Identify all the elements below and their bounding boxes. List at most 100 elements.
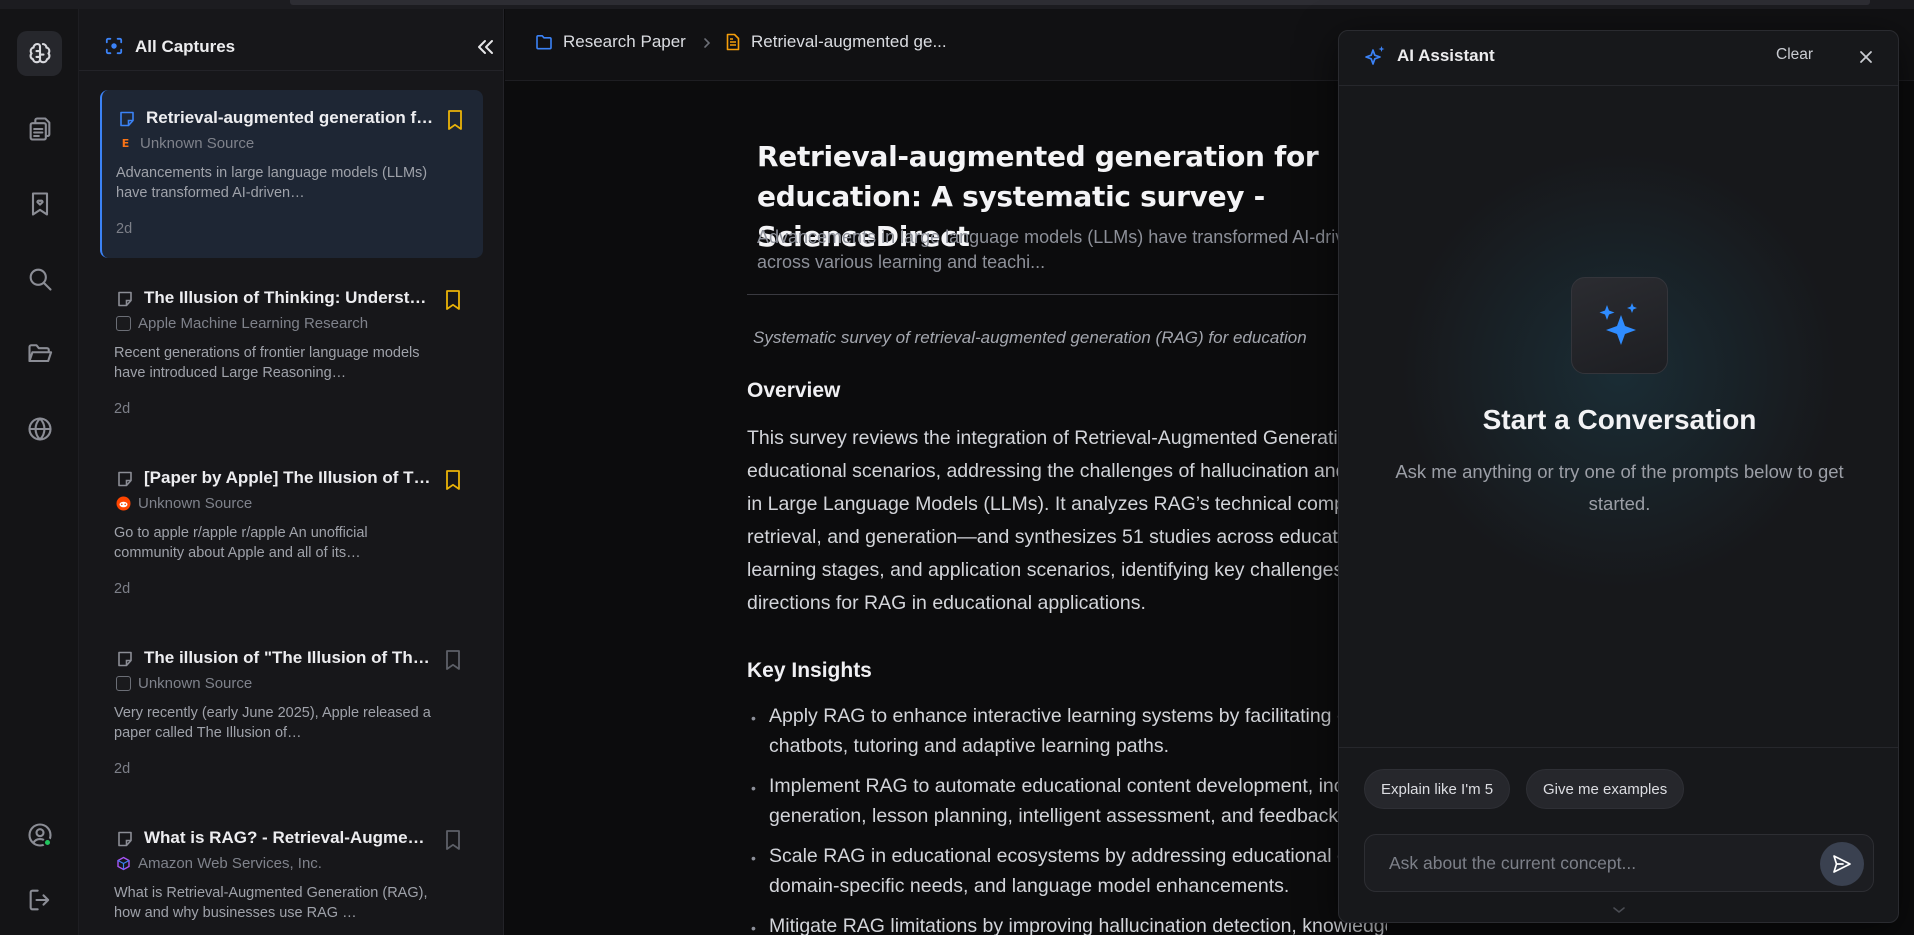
capture-title: The illusion of "The Illusion of Thinkin… (144, 648, 434, 667)
capture-age: 2d (114, 761, 131, 777)
brain-icon (29, 42, 50, 63)
send-button[interactable] (1820, 842, 1864, 886)
rail-logout-button[interactable] (17, 877, 62, 922)
capture-age: 2d (114, 581, 131, 597)
empty-state-title: Start a Conversation (1482, 404, 1757, 435)
rail-search-button[interactable] (17, 256, 62, 301)
bookmark-outline-icon[interactable] (442, 648, 464, 672)
note-icon (120, 111, 134, 127)
source-favicon-icon (116, 316, 131, 331)
capture-source: Apple Machine Learning Research (138, 315, 369, 332)
chat-input[interactable] (1365, 835, 1805, 891)
key-insights-list: Apply RAG to enhance interactive learnin… (747, 701, 1387, 935)
insight-item: Mitigate RAG limitations by improving ha… (747, 911, 1387, 935)
capture-source: Unknown Source (140, 135, 255, 152)
capture-excerpt: Advancements in large language models (L… (116, 165, 428, 201)
divider (1339, 747, 1898, 748)
breadcrumb-folder[interactable]: Research Paper (535, 32, 686, 52)
breadcrumb-folder-label: Research Paper (563, 32, 686, 51)
documents-icon (29, 116, 50, 141)
source-favicon-icon: E (121, 137, 130, 150)
capture-age: 2d (114, 401, 131, 417)
ai-assistant-panel: AI Assistant Clear Start a Conversation … (1338, 30, 1899, 923)
bookmark-heart-icon (31, 191, 48, 216)
breadcrumb-document-label: Retrieval-augmented ge... (751, 32, 947, 51)
ai-assistant-title: AI Assistant (1397, 46, 1495, 65)
sparkles-icon (1599, 302, 1637, 345)
folder-icon (536, 35, 552, 50)
key-insights-heading: Key Insights (747, 659, 872, 682)
bookmark-icon[interactable] (442, 468, 464, 492)
capture-source: Unknown Source (138, 495, 253, 512)
file-text-icon (726, 33, 740, 51)
note-icon (118, 831, 132, 847)
document-content: Retrieval-augmented generation for educa… (747, 81, 1387, 935)
collapse-sidebar-button[interactable] (473, 35, 497, 59)
capture-source: Unknown Source (138, 675, 253, 692)
sidebar-title: All Captures (135, 37, 236, 56)
capture-excerpt: Go to apple r/apple r/apple An unofficia… (114, 525, 368, 561)
document-subtitle: Advancements in large language models (L… (757, 227, 1387, 272)
window-top-strip (0, 0, 1914, 9)
chevrons-left-icon (478, 40, 493, 54)
insight-item: Apply RAG to enhance interactive learnin… (747, 701, 1387, 761)
capture-title: What is RAG? - Retrieval-Augmented Gener… (144, 828, 434, 847)
capture-title: The Illusion of Thinking: Understanding … (144, 288, 434, 307)
empty-state-subtitle: Ask me anything or try one of the prompt… (1395, 461, 1844, 514)
bookmark-icon[interactable] (444, 108, 466, 132)
reddit-icon (116, 496, 131, 511)
rail-brain-button[interactable] (17, 31, 62, 76)
aws-cube-icon (117, 856, 130, 871)
note-icon (118, 651, 132, 667)
overview-heading: Overview (747, 379, 841, 402)
overview-text: This survey reviews the integration of R… (747, 427, 1387, 614)
source-favicon-icon (116, 676, 131, 691)
divider (747, 294, 1387, 295)
ai-assistant-header: AI Assistant Clear (1339, 31, 1898, 86)
captures-sidebar: All Captures Retrieval-augmented generat… (79, 9, 504, 935)
bookmark-icon[interactable] (442, 288, 464, 312)
insight-item: Scale RAG in educational ecosystems by a… (747, 841, 1387, 901)
capture-title: [Paper by Apple] The Illusion of Thinkin… (144, 468, 434, 487)
capture-scan-icon (105, 37, 123, 55)
note-icon (118, 291, 132, 307)
prompt-chip[interactable]: Give me examples (1526, 769, 1685, 809)
assistant-logo (1571, 277, 1668, 374)
note-icon (118, 471, 132, 487)
capture-excerpt: What is Retrieval-Augmented Generation (… (114, 885, 428, 921)
folder-open-icon (27, 343, 52, 362)
sidebar-header: All Captures (79, 9, 503, 71)
capture-excerpt: Very recently (early June 2025), Apple r… (114, 705, 431, 741)
rail-documents-button[interactable] (17, 106, 62, 151)
chevron-right-icon (704, 38, 711, 48)
capture-card[interactable]: The Illusion of Thinking: Understanding … (100, 270, 483, 438)
rail-bookmarks-button[interactable] (17, 181, 62, 226)
prompt-chip[interactable]: Explain like I'm 5 (1364, 769, 1511, 809)
close-panel-button[interactable] (1852, 43, 1880, 71)
globe-icon (27, 416, 52, 441)
close-icon (1860, 51, 1872, 63)
breadcrumb-document[interactable]: Retrieval-augmented ge... (725, 32, 947, 52)
capture-age: 2d (116, 221, 133, 237)
rail-profile-button[interactable] (17, 812, 62, 857)
capture-card[interactable]: The illusion of "The Illusion of Thinkin… (100, 630, 483, 798)
insight-item: Implement RAG to automate educational co… (747, 771, 1387, 831)
capture-card[interactable]: [Paper by Apple] The Illusion of Thinkin… (100, 450, 483, 618)
capture-card[interactable]: Retrieval-augmented generation for educa… (100, 90, 483, 258)
online-status-dot (43, 838, 52, 847)
capture-source: Amazon Web Services, Inc. (138, 855, 322, 872)
sparkles-icon (1365, 46, 1385, 65)
capture-title: Retrieval-augmented generation for educa… (146, 108, 436, 127)
bookmark-outline-icon[interactable] (442, 828, 464, 852)
chevron-down-icon[interactable] (1611, 905, 1627, 915)
clear-button[interactable]: Clear (1776, 46, 1813, 64)
search-icon (29, 268, 52, 291)
rail-folders-button[interactable] (17, 331, 62, 376)
chat-input-box (1364, 834, 1874, 892)
tab-strip (290, 0, 1870, 5)
icon-rail (0, 9, 79, 935)
document-tagline: Systematic survey of retrieval-augmented… (753, 328, 1307, 347)
rail-web-button[interactable] (17, 406, 62, 451)
capture-card[interactable]: What is RAG? - Retrieval-Augmented Gener… (100, 810, 483, 935)
logout-icon (29, 889, 49, 910)
